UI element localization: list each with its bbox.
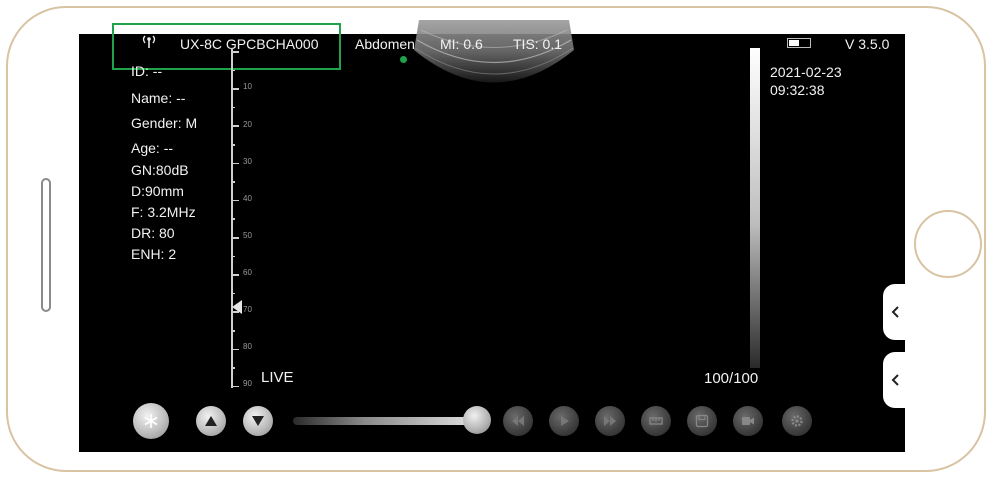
depth-tick <box>231 162 239 165</box>
depth-tick <box>231 144 235 146</box>
depth-tick <box>231 255 235 258</box>
depth-tick <box>231 367 235 369</box>
patient-name: Name: -- <box>131 90 186 106</box>
expand-panel-tab-upper[interactable] <box>883 284 907 340</box>
frame-counter: 100/100 <box>704 370 759 387</box>
play-icon <box>561 416 569 426</box>
grayscale-bar <box>750 48 760 368</box>
depth-tick <box>231 330 235 332</box>
video-record-icon <box>742 417 754 425</box>
measure-icon <box>649 417 663 425</box>
app-version: V 3.5.0 <box>845 36 890 52</box>
depth-tick <box>231 106 235 109</box>
depth-label-20: 20 <box>243 120 252 129</box>
fast-forward-icon <box>604 416 616 426</box>
freeze-button[interactable] <box>133 403 169 439</box>
patient-gender: Gender: M <box>131 115 198 131</box>
save-button[interactable] <box>687 406 717 436</box>
settings-gear-icon <box>791 415 803 427</box>
depth-tick <box>231 292 235 295</box>
depth-label-60: 60 <box>243 268 252 277</box>
date-label: 2021-02-23 <box>770 64 842 80</box>
save-icon <box>695 414 709 428</box>
preset-indicator-dot <box>400 56 407 63</box>
depth-tick <box>231 348 239 351</box>
preset-label[interactable]: Abdomen <box>355 36 415 52</box>
depth-down-button[interactable] <box>243 406 273 436</box>
depth-tick <box>231 181 235 183</box>
home-button[interactable] <box>914 210 982 278</box>
depth-tick <box>231 237 239 239</box>
depth-value: D:90mm <box>131 183 184 199</box>
depth-label-90: 90 <box>243 379 252 388</box>
depth-tick <box>231 88 239 90</box>
chevron-left-icon <box>891 306 899 318</box>
side-slot <box>41 178 51 312</box>
depth-tick <box>231 125 239 127</box>
expand-panel-tab-lower[interactable] <box>883 352 907 408</box>
settings-button[interactable] <box>782 406 812 436</box>
depth-tick <box>231 69 235 72</box>
enhancement-value: ENH: 2 <box>131 246 177 262</box>
video-record-button[interactable] <box>733 406 763 436</box>
cine-slider-knob[interactable] <box>463 406 491 434</box>
triangle-up-icon <box>205 416 217 426</box>
depth-up-button[interactable] <box>196 406 226 436</box>
time-label: 09:32:38 <box>770 82 825 98</box>
dynamic-range-value: DR: 80 <box>131 225 175 241</box>
fast-forward-button[interactable] <box>595 406 625 436</box>
patient-age: Age: -- <box>131 140 174 156</box>
frequency-value: F: 3.2MHz <box>131 204 196 220</box>
mi-value: MI: 0.6 <box>440 36 483 52</box>
snowflake-freeze-icon <box>144 414 158 428</box>
rewind-icon <box>512 416 524 426</box>
gain-value: GN:80dB <box>131 162 189 178</box>
depth-label-50: 50 <box>243 231 252 240</box>
depth-tick <box>231 218 235 220</box>
chevron-left-icon <box>891 374 899 386</box>
depth-label-80: 80 <box>243 342 252 351</box>
patient-id: ID: -- <box>131 63 163 79</box>
cine-slider-track[interactable] <box>293 417 471 425</box>
depth-label-70: 70 <box>243 305 252 314</box>
tis-value: TIS: 0.1 <box>513 36 563 52</box>
depth-label-10: 10 <box>243 82 252 91</box>
depth-label-30: 30 <box>243 157 252 166</box>
depth-label-40: 40 <box>243 194 252 203</box>
live-indicator: LIVE <box>261 369 294 386</box>
measure-button[interactable] <box>641 406 671 436</box>
ultrasound-image <box>414 20 574 83</box>
focus-marker-icon[interactable] <box>232 300 242 314</box>
depth-tick <box>231 51 239 53</box>
depth-tick <box>231 274 239 276</box>
rewind-button[interactable] <box>503 406 533 436</box>
play-button[interactable] <box>549 406 579 436</box>
battery-icon <box>787 38 811 48</box>
triangle-down-icon <box>252 416 264 426</box>
depth-tick <box>231 385 239 388</box>
depth-tick <box>231 199 239 202</box>
